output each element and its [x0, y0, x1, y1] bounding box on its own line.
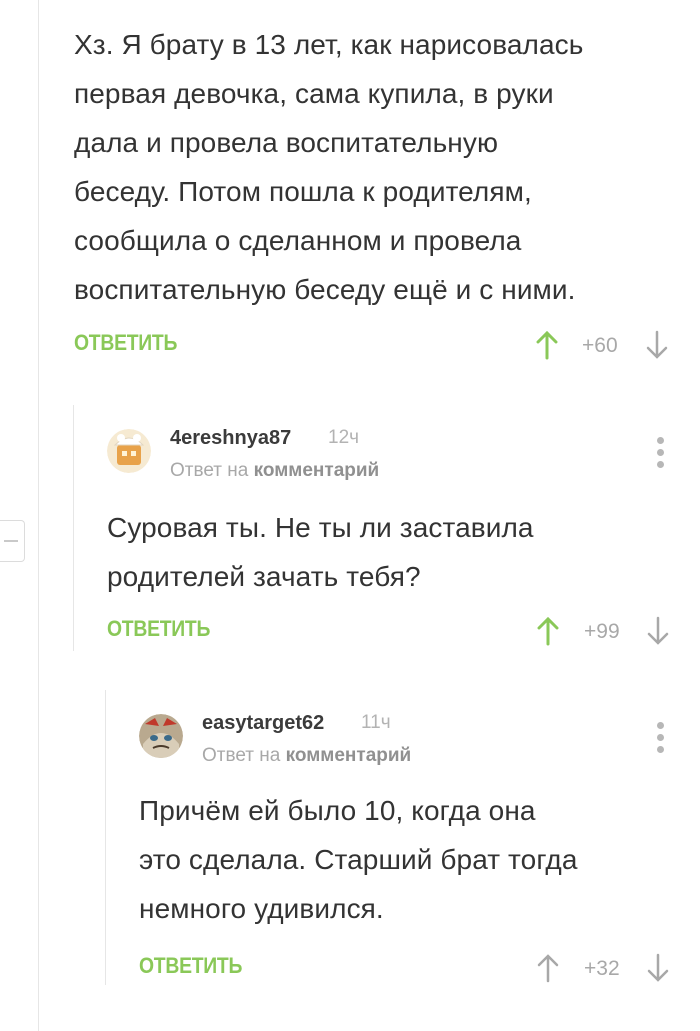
- comment-text: Хз. Я брату в 13 лет, как нарисовалась п…: [74, 29, 584, 305]
- comment-1: Хз. Я брату в 13 лет, как нарисовалась п…: [74, 20, 674, 366]
- username[interactable]: 4ereshnya87: [170, 427, 291, 450]
- score: +32: [584, 957, 620, 980]
- comment-3: easytarget62 11ч Ответ на комментарий Пр…: [105, 690, 684, 985]
- minus-icon: [4, 540, 18, 542]
- more-vertical-icon[interactable]: [656, 722, 664, 754]
- reply-button[interactable]: ОТВЕТИТЬ: [107, 616, 210, 642]
- reply-button[interactable]: ОТВЕТИТЬ: [139, 953, 242, 979]
- comment-text: Суровая ты. Не ты ли заставила родителей…: [107, 512, 534, 592]
- timestamp: 11ч: [361, 712, 391, 733]
- reply-to-link[interactable]: комментарий: [254, 460, 380, 481]
- arrow-up-icon[interactable]: [537, 953, 559, 983]
- timestamp: 12ч: [328, 427, 360, 448]
- reply-to-line: Ответ на комментарий: [170, 460, 379, 482]
- arrow-down-icon[interactable]: [647, 616, 669, 646]
- arrow-down-icon[interactable]: [646, 330, 668, 360]
- comment-header: 4ereshnya87 12ч Ответ на комментарий: [74, 405, 684, 481]
- score: +60: [582, 334, 618, 357]
- comment-text: Причём ей было 10, когда она это сделала…: [139, 795, 578, 924]
- collapse-thread-button[interactable]: [0, 520, 25, 562]
- username[interactable]: easytarget62: [202, 712, 324, 735]
- arrow-down-icon[interactable]: [647, 953, 669, 983]
- reply-to-line: Ответ на комментарий: [202, 745, 411, 767]
- reply-to-prefix: Ответ на: [170, 460, 249, 481]
- arrow-up-icon[interactable]: [536, 330, 558, 360]
- comment-header: easytarget62 11ч Ответ на комментарий: [106, 690, 684, 766]
- reply-to-link[interactable]: комментарий: [286, 745, 412, 766]
- comment-actions: ОТВЕТИТЬ +32: [106, 945, 684, 985]
- reply-to-prefix: Ответ на: [202, 745, 281, 766]
- comment-actions: ОТВЕТИТЬ +60: [74, 326, 674, 366]
- comment-2: 4ereshnya87 12ч Ответ на комментарий Сур…: [73, 405, 684, 651]
- thread-line: [38, 0, 39, 1031]
- avatar[interactable]: [107, 429, 151, 473]
- more-vertical-icon[interactable]: [656, 437, 664, 469]
- avatar[interactable]: [139, 714, 183, 758]
- comment-actions: ОТВЕТИТЬ +99: [74, 611, 684, 651]
- score: +99: [584, 620, 620, 643]
- arrow-up-icon[interactable]: [537, 616, 559, 646]
- reply-button[interactable]: ОТВЕТИТЬ: [74, 330, 177, 356]
